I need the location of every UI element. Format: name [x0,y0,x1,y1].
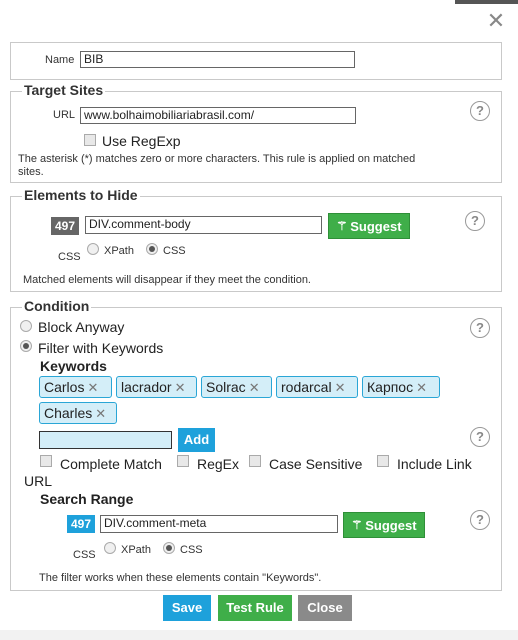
condition-legend: Condition [22,298,92,314]
use-regexp-label: Use RegExp [102,133,181,149]
hide-suggest-label: Suggest [350,218,402,234]
complete-match-label: Complete Match [60,456,162,472]
case-sensitive-label: Case Sensitive [269,456,363,472]
include-link-checkbox[interactable] [377,455,389,467]
search-range-label: Search Range [40,491,134,507]
hide-css-radio[interactable] [146,243,158,255]
target-sites-note: The asterisk (*) matches zero or more ch… [18,153,416,165]
keyword-tag[interactable]: Carlos ✕ [39,376,112,398]
hide-suggest-button[interactable]: ⚚ Suggest [328,213,410,239]
remove-keyword-icon[interactable]: ✕ [249,380,260,395]
keyword-tag[interactable]: rodarcal ✕ [276,376,358,398]
filter-keywords-radio[interactable] [20,340,32,352]
add-keyword-button[interactable]: Add [178,428,215,452]
keywords-help-icon[interactable]: ? [470,427,490,447]
search-range-help-icon[interactable]: ? [470,510,490,530]
magic-wand-icon: ⚚ [336,219,348,233]
block-anyway-label: Block Anyway [38,319,125,335]
remove-keyword-icon[interactable]: ✕ [87,380,98,395]
use-regexp-checkbox[interactable] [84,134,96,146]
close-icon[interactable]: ✕ [485,10,507,32]
range-xpath-radio[interactable] [104,542,116,554]
keywords-label: Keywords [40,358,107,374]
hide-match-count: 497 [51,217,79,235]
keyword-tag-label: lacrador [121,379,172,395]
range-xpath-label: XPath [121,544,151,556]
keyword-tag-label: rodarcal [281,379,332,395]
url-label: URL [53,109,76,121]
elements-help-icon[interactable]: ? [465,211,485,231]
complete-match-checkbox[interactable] [40,455,52,467]
range-suggest-label: Suggest [365,517,417,533]
hide-selector-field[interactable]: DIV.comment-body [85,216,322,234]
range-match-count: 497 [67,515,95,533]
remove-keyword-icon[interactable]: ✕ [175,380,186,395]
range-suggest-button[interactable]: ⚚ Suggest [343,512,425,538]
keyword-tag-label: Solrac [206,379,246,395]
hide-xpath-radio[interactable] [87,243,99,255]
range-type-label: CSS [73,549,96,561]
keyword-tag-label: Carlos [44,379,85,395]
keyword-input[interactable] [39,431,172,449]
condition-help-icon[interactable]: ? [470,318,490,338]
range-css-radio[interactable] [163,542,175,554]
filter-keywords-label: Filter with Keywords [38,340,164,356]
regex-label: RegEx [197,456,240,472]
hide-type-label: CSS [58,251,81,263]
top-edge-artifact [455,0,518,4]
range-css-label: CSS [180,544,203,556]
keyword-tag-label: Charles [44,405,93,421]
keyword-tag[interactable]: Charles ✕ [39,402,117,424]
elements-note: Matched elements will disappear if they … [23,274,311,286]
test-rule-button[interactable]: Test Rule [218,595,292,621]
remove-keyword-icon[interactable]: ✕ [335,380,346,395]
keyword-tag[interactable]: lacrador ✕ [116,376,197,398]
include-link-url-label: URL [24,473,53,489]
block-anyway-radio[interactable] [20,320,32,332]
remove-keyword-icon[interactable]: ✕ [95,406,106,421]
name-label: Name [45,54,75,66]
remove-keyword-icon[interactable]: ✕ [416,380,427,395]
save-button[interactable]: Save [163,595,211,621]
keyword-tag[interactable]: Solrac ✕ [201,376,272,398]
range-selector-field[interactable]: DIV.comment-meta [100,515,338,533]
hide-xpath-label: XPath [104,245,134,257]
close-button[interactable]: Close [298,595,352,621]
target-sites-note-cont: sites. [18,166,44,178]
target-sites-help-icon[interactable]: ? [470,101,490,121]
regex-checkbox[interactable] [177,455,189,467]
case-sensitive-checkbox[interactable] [249,455,261,467]
hide-css-label: CSS [163,245,186,257]
include-link-label: Include Link [397,456,472,472]
elements-to-hide-legend: Elements to Hide [22,187,140,203]
keyword-tag[interactable]: Карпос ✕ [362,376,440,398]
bottom-edge-artifact [0,630,518,640]
condition-note: The filter works when these elements con… [39,572,322,584]
magic-wand-icon: ⚚ [351,518,363,532]
name-field[interactable]: BIB [80,51,355,68]
keyword-tag-label: Карпос [367,379,414,395]
url-field[interactable]: www.bolhaimobiliariabrasil.com/ [80,107,356,124]
target-sites-legend: Target Sites [22,82,106,98]
